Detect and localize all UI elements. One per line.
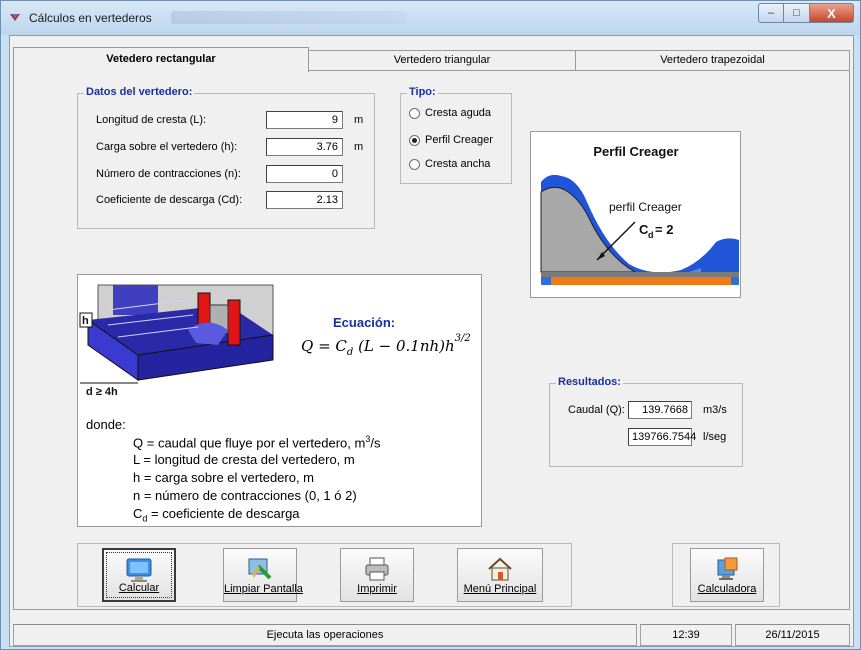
field-label: Coeficiente de descarga (Cd): <box>96 194 243 206</box>
tab-vertedero-trapezoidal[interactable]: Vertedero trapezoidal <box>575 50 850 71</box>
legend-text: = carga sobre el vertedero, m <box>140 470 315 485</box>
minimize-icon: – <box>767 7 775 19</box>
perfil-caption: perfil Creager <box>609 200 682 214</box>
tipo-groupbox: Tipo: Cresta aguda Perfil Creager Cresta… <box>400 86 512 184</box>
tab-strip: Vetedero rectangular Vertedero triangula… <box>10 47 853 72</box>
window-title: Cálculos en vertederos <box>29 11 152 25</box>
limpiar-pantalla-button[interactable]: Limpiar Pantalla <box>223 548 303 602</box>
field-label: Longitud de cresta (L): <box>96 114 207 126</box>
radio-selected-icon <box>409 134 420 146</box>
caudal-label: Caudal (Q): <box>568 404 625 416</box>
perfil-cd-subscript: d <box>648 230 654 240</box>
carga-input[interactable]: 3.76 <box>266 138 343 156</box>
tipo-legend: Tipo: <box>407 86 438 98</box>
datos-groupbox: Datos del vertedero: Longitud de cresta … <box>77 86 375 229</box>
donde-label: donde: <box>86 417 126 432</box>
caudal-m3s-output[interactable]: 139.7668 <box>628 401 692 419</box>
legend-tail: /s <box>370 435 381 451</box>
radio-label: Cresta aguda <box>425 107 492 119</box>
maximize-button[interactable]: □ <box>784 3 810 23</box>
equation-title: Ecuación: <box>333 315 396 330</box>
equation-diagram-panel: h d ≥ 4h Ecuación: Q = Cd (L − 0.1nh)h3/… <box>77 274 482 527</box>
field-unit: m <box>354 114 364 126</box>
calculadora-label: Calculadora <box>697 583 757 595</box>
legend-symbol: C <box>133 506 143 521</box>
limpiar-label: Limpiar Pantalla <box>224 583 303 595</box>
creager-profile-drawing: Perfil Creager perfil Creager C d = 2 <box>540 144 739 285</box>
perfil-cd-value: = 2 <box>655 222 673 237</box>
printer-icon <box>365 557 389 581</box>
perfil-creager-image: Perfil Creager perfil Creager C d = 2 <box>530 131 741 298</box>
calculadora-button[interactable]: Calculadora <box>690 548 764 602</box>
monitor-icon <box>126 558 152 582</box>
label-d-ge-4h: d ≥ 4h <box>86 386 118 395</box>
title-blurred-text <box>171 11 406 24</box>
client-area: Vetedero rectangular Vertedero triangula… <box>9 35 854 647</box>
menu-principal-label: Menú Principal <box>463 583 537 595</box>
window-controls: – □ X <box>758 3 854 23</box>
status-bar: Ejecuta las operaciones 12:39 26/11/2015 <box>10 624 853 646</box>
legend-text: = caudal que fluye por el vertedero, m <box>143 435 366 451</box>
coeficiente-input[interactable]: 2.13 <box>266 191 343 209</box>
imprimir-button[interactable]: Imprimir <box>340 548 414 602</box>
legend-text: = coeficiente de descarga <box>147 506 300 521</box>
tab-panel-rectangular: Datos del vertedero: Longitud de cresta … <box>13 70 850 610</box>
status-date: 26/11/2015 <box>735 624 850 646</box>
radio-perfil-creager[interactable]: Perfil Creager <box>409 133 493 147</box>
maximize-icon: □ <box>793 7 800 19</box>
field-label: Número de contracciones (n): <box>96 168 241 180</box>
unit-ls: l/seg <box>703 431 727 443</box>
radio-cresta-aguda[interactable]: Cresta aguda <box>409 106 491 120</box>
legend-n: n = número de contracciones (0, 1 ó 2) <box>133 488 357 503</box>
calculadora-group: Calculadora <box>672 543 780 607</box>
perfil-title: Perfil Creager <box>593 144 678 159</box>
contracciones-input[interactable]: 0 <box>266 165 343 183</box>
radio-icon <box>409 107 420 119</box>
menu-principal-button[interactable]: Menú Principal <box>457 548 543 602</box>
radio-label: Cresta ancha <box>425 158 491 170</box>
calculator-icon <box>717 557 738 580</box>
home-icon <box>488 557 512 581</box>
field-unit: m <box>354 141 364 153</box>
calcular-button[interactable]: Calcular <box>102 548 176 602</box>
status-message: Ejecuta las operaciones <box>13 624 637 646</box>
datos-legend: Datos del vertedero: <box>84 86 195 98</box>
tab-vertedero-triangular[interactable]: Vertedero triangular <box>308 50 576 71</box>
legend-h: h = carga sobre el vertedero, m <box>133 470 314 485</box>
radio-icon <box>409 158 420 170</box>
longitud-input[interactable]: 9 <box>266 111 343 129</box>
tab-vertedero-rectangular[interactable]: Vetedero rectangular <box>13 47 309 72</box>
caudal-ls-output[interactable]: 139766.7544 <box>628 428 696 446</box>
resultados-groupbox: Resultados: Caudal (Q): 139.7668 m3/s 13… <box>549 376 743 467</box>
legend-q: Q = caudal que fluye por el vertedero, m… <box>133 434 380 450</box>
minimize-button[interactable]: – <box>758 3 784 23</box>
weir-channel-drawing: h d ≥ 4h <box>79 284 274 395</box>
radio-cresta-ancha[interactable]: Cresta ancha <box>409 157 490 171</box>
field-label: Carga sobre el vertedero (h): <box>96 141 238 153</box>
legend-text: = número de contracciones (0, 1 ó 2) <box>140 488 357 503</box>
legend-l: L = longitud de cresta del vertedero, m <box>133 452 355 467</box>
legend-symbol: L <box>133 452 140 467</box>
app-window: Cálculos en vertederos – □ X Vetedero re… <box>0 0 861 650</box>
radio-label: Perfil Creager <box>425 134 493 146</box>
action-buttons-group: Calcular Limpiar Pantalla Imprimir Menú … <box>77 543 572 607</box>
status-time: 12:39 <box>640 624 732 646</box>
label-h: h <box>82 315 89 327</box>
imprimir-label: Imprimir <box>357 583 397 595</box>
title-bar[interactable]: Cálculos en vertederos – □ X <box>1 1 860 35</box>
legend-cd: Cd = coeficiente de descarga <box>133 506 300 524</box>
app-icon <box>10 14 20 21</box>
unit-m3s: m3/s <box>703 404 727 416</box>
equation-formula: Q = Cd (L − 0.1nh)h3/2 <box>301 333 471 358</box>
legend-symbol: Q <box>133 435 144 451</box>
close-button[interactable]: X <box>810 3 854 23</box>
calcular-label: Calcular <box>118 582 160 594</box>
legend-text: = longitud de cresta del vertedero, m <box>139 452 355 467</box>
close-icon: X <box>827 5 836 21</box>
clean-screen-icon <box>248 558 272 580</box>
resultados-legend: Resultados: <box>556 376 623 388</box>
